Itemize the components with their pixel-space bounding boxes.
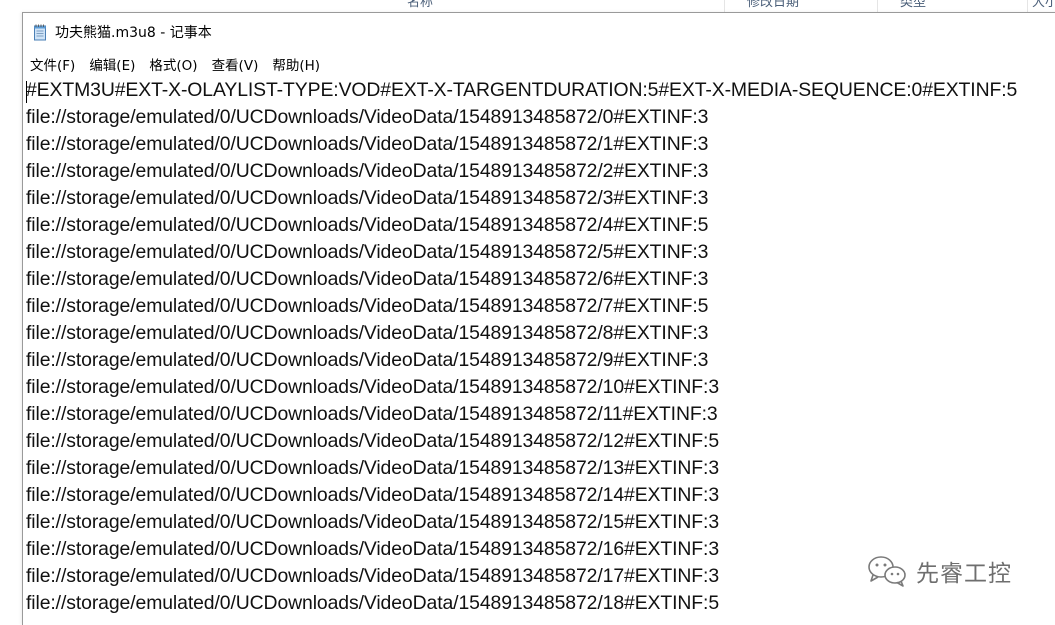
column-header-name[interactable]: 名称: [385, 0, 725, 12]
editor-line: file://storage/emulated/0/UCDownloads/Vi…: [26, 457, 720, 479]
column-header-name-label: 名称: [407, 0, 434, 10]
editor-line: file://storage/emulated/0/UCDownloads/Vi…: [26, 322, 709, 344]
editor-line: file://storage/emulated/0/UCDownloads/Vi…: [26, 295, 709, 317]
menu-file[interactable]: 文件(F): [30, 54, 75, 74]
editor-line: file://storage/emulated/0/UCDownloads/Vi…: [26, 214, 709, 236]
window-title: 功夫熊猫.m3u8 - 记事本: [55, 25, 212, 41]
notepad-icon: [34, 24, 46, 41]
editor-line: file://storage/emulated/0/UCDownloads/Vi…: [26, 160, 709, 182]
notepad-window: 功夫熊猫.m3u8 - 记事本 文件(F) 编辑(E) 格式(O) 查看(V) …: [22, 12, 1055, 625]
editor-line: file://storage/emulated/0/UCDownloads/Vi…: [26, 349, 709, 371]
editor-line: file://storage/emulated/0/UCDownloads/Vi…: [26, 268, 709, 290]
menu-edit[interactable]: 编辑(E): [89, 54, 135, 74]
editor-line: file://storage/emulated/0/UCDownloads/Vi…: [26, 187, 709, 209]
explorer-left-strip: [0, 0, 22, 620]
title-bar[interactable]: 功夫熊猫.m3u8 - 记事本: [23, 13, 1055, 49]
editor-line: file://storage/emulated/0/UCDownloads/Vi…: [26, 403, 718, 425]
column-header-modified-label: 修改日期: [747, 0, 800, 10]
column-header-type-label: 类型: [900, 0, 927, 10]
watermark: 先睿工控: [866, 553, 1012, 589]
menu-bar: 文件(F) 编辑(E) 格式(O) 查看(V) 帮助(H): [23, 53, 1055, 75]
menu-view[interactable]: 查看(V): [212, 54, 259, 74]
editor-line: file://storage/emulated/0/UCDownloads/Vi…: [26, 106, 709, 128]
editor-line: #EXTM3U#EXT-X-OLAYLIST-TYPE:VOD#EXT-X-TA…: [26, 79, 1018, 101]
editor-line: file://storage/emulated/0/UCDownloads/Vi…: [26, 430, 720, 452]
editor-line: file://storage/emulated/0/UCDownloads/Vi…: [26, 133, 709, 155]
watermark-text: 先睿工控: [916, 561, 1012, 587]
editor-line: file://storage/emulated/0/UCDownloads/Vi…: [26, 484, 720, 506]
column-header-size-label: 大小: [1032, 0, 1055, 10]
column-header-size[interactable]: 大小: [1028, 0, 1055, 12]
editor-line: file://storage/emulated/0/UCDownloads/Vi…: [26, 511, 720, 533]
editor-line: file://storage/emulated/0/UCDownloads/Vi…: [26, 241, 709, 263]
text-editor-area[interactable]: #EXTM3U#EXT-X-OLAYLIST-TYPE:VOD#EXT-X-TA…: [26, 77, 1055, 625]
menu-format[interactable]: 格式(O): [149, 54, 197, 74]
wechat-icon: [868, 556, 906, 587]
text-caret: [26, 81, 27, 103]
editor-line: file://storage/emulated/0/UCDownloads/Vi…: [26, 592, 720, 614]
menu-help[interactable]: 帮助(H): [272, 54, 320, 74]
column-header-type[interactable]: 类型: [878, 0, 1028, 12]
column-header-modified[interactable]: 修改日期: [725, 0, 878, 12]
editor-line: file://storage/emulated/0/UCDownloads/Vi…: [26, 376, 720, 398]
